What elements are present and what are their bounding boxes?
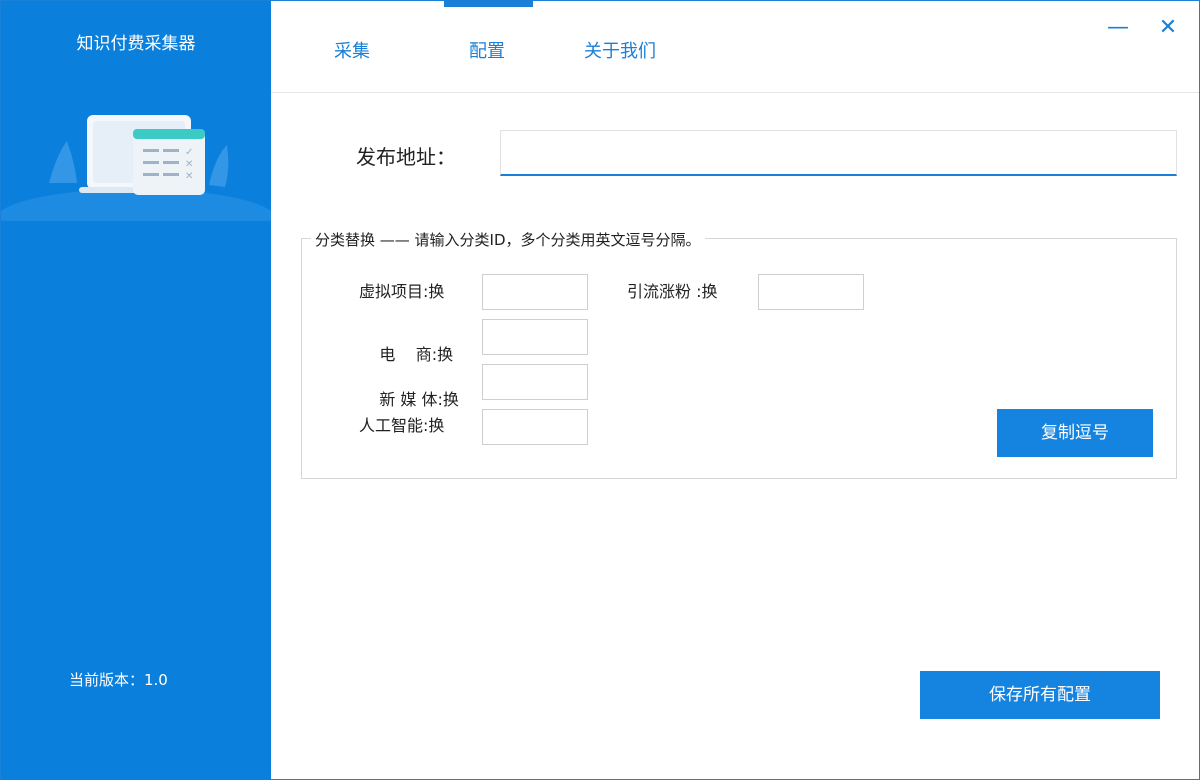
tab-about[interactable]: 关于我们 <box>584 37 656 63</box>
ai-input[interactable] <box>482 409 588 445</box>
tab-config[interactable]: 配置 <box>469 37 505 63</box>
virtual-project-input[interactable] <box>482 274 588 310</box>
tab-bar: 采集 配置 关于我们 — ✕ <box>271 1 1199 93</box>
copy-comma-button[interactable]: 复制逗号 <box>997 409 1153 457</box>
new-media-input[interactable] <box>482 364 588 400</box>
save-all-config-button[interactable]: 保存所有配置 <box>920 671 1160 719</box>
close-icon[interactable]: ✕ <box>1155 15 1181 41</box>
category-legend: 分类替换 —— 请输入分类ID，多个分类用英文逗号分隔。 <box>311 229 705 250</box>
sidebar: 知识付费采集器 ✓ ✕ ✕ 当前版本：1.0 <box>1 1 271 780</box>
svg-text:✕: ✕ <box>185 171 193 182</box>
minimize-icon[interactable]: — <box>1105 15 1131 41</box>
active-tab-indicator <box>444 1 533 7</box>
tab-collect[interactable]: 采集 <box>334 37 370 63</box>
publish-address-input[interactable] <box>500 130 1177 176</box>
publish-address-label: 发布地址： <box>356 145 456 169</box>
field-label-traffic: 引流涨粉 :换 <box>627 282 718 301</box>
traffic-fans-input[interactable] <box>758 274 864 310</box>
field-label-ai: 人工智能:换 <box>359 416 445 435</box>
hero-illustration: ✓ ✕ ✕ <box>1 115 271 221</box>
app-window: 知识付费采集器 ✓ ✕ ✕ 当前版本：1.0 采集 配置 关于我们 — ✕ 发布… <box>0 0 1200 780</box>
version-label: 当前版本：1.0 <box>69 671 168 689</box>
ecommerce-input[interactable] <box>482 319 588 355</box>
field-label-virtual: 虚拟项目:换 <box>359 282 445 301</box>
app-title: 知识付费采集器 <box>76 34 196 54</box>
svg-text:✓: ✓ <box>185 147 193 158</box>
svg-text:✕: ✕ <box>185 159 193 170</box>
